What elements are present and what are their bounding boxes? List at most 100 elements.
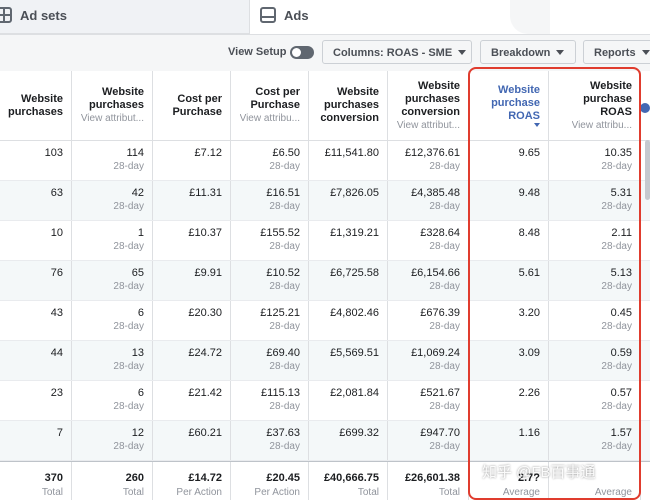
cell-value: £7,826.05	[330, 187, 379, 199]
cell-value: £24.72	[188, 347, 222, 359]
cell-attribution-window: 28-day	[601, 401, 632, 412]
cell-attribution-window: 28-day	[269, 441, 300, 452]
cell-attribution-window: 28-day	[429, 361, 460, 372]
cell-attribution-window: 28-day	[429, 281, 460, 292]
table-cell: £11.31	[153, 181, 231, 220]
tab-ad-sets[interactable]: Ad sets	[0, 0, 250, 34]
vertical-scrollbar[interactable]	[645, 140, 650, 200]
total-label: Total	[41, 487, 63, 498]
table-cell: 42 28-day	[72, 181, 153, 220]
column-header[interactable]: Website purchases	[0, 71, 72, 140]
table-cell: £6,725.58	[309, 261, 388, 300]
table-cell: £7.12	[153, 141, 231, 180]
cell-value: £6,154.66	[411, 267, 460, 279]
cell-attribution-window: 28-day	[269, 321, 300, 332]
table-cell: 23	[0, 381, 72, 420]
table-cell: £947.70 28-day	[388, 421, 469, 460]
total-value: 370	[44, 472, 63, 484]
table-row: 63 42 28-day £11.31 £16.51 28-day £7,826.05 £4,…	[0, 181, 650, 221]
cell-attribution-window: 28-day	[113, 201, 144, 212]
tab-ads[interactable]: Ads	[250, 0, 540, 34]
table-cell: £125.21 28-day	[231, 301, 309, 340]
columns-button[interactable]: Columns: ROAS - SME	[322, 40, 472, 64]
table-row: 7 12 28-day £60.21 £37.63 28-day £699.32 £947.7…	[0, 421, 650, 461]
table-cell: £7,826.05	[309, 181, 388, 220]
table-header-row: Website purchases Website purchases View a…	[0, 71, 650, 141]
table-cell: 5.13 28-day	[549, 261, 641, 300]
total-cell: £20.45 Per Action	[231, 462, 309, 500]
column-header-attribution-link[interactable]: View attribu...	[572, 120, 632, 132]
cell-value: £16.51	[266, 187, 300, 199]
cell-value: £10.37	[188, 227, 222, 239]
cell-value: 9.65	[518, 147, 540, 159]
table-cell: 10.35 28-day	[549, 141, 641, 180]
table-cell: 0.45 28-day	[549, 301, 641, 340]
table-row: 76 65 28-day £9.91 £10.52 28-day £6,725.58 £6,1…	[0, 261, 650, 301]
cell-value: 103	[44, 147, 63, 159]
add-column-icon[interactable]	[640, 103, 650, 113]
cell-value: 42	[131, 187, 144, 199]
cell-value: 3.20	[518, 307, 540, 319]
chevron-down-icon	[458, 50, 467, 55]
total-value: £40,666.75	[323, 472, 379, 484]
table-cell: 10	[0, 221, 72, 260]
column-header-title: Cost per Purchase	[172, 92, 222, 118]
column-header[interactable]: Cost per Purchase	[153, 71, 231, 140]
cell-value: 1	[137, 227, 144, 239]
table-cell: £521.67 28-day	[388, 381, 469, 420]
table-cell: 9.65	[469, 141, 549, 180]
table-cell: 2.11 28-day	[549, 221, 641, 260]
table-cell: £5,569.51	[309, 341, 388, 380]
column-header[interactable]: Website purchases View attribut...	[72, 71, 153, 140]
reports-button[interactable]: Reports	[583, 40, 650, 64]
table-cell: 44	[0, 341, 72, 380]
table-cell: £4,385.48 28-day	[388, 181, 469, 220]
column-header[interactable]: Website purchases conversion View attribu…	[388, 71, 469, 140]
cell-value: 9.48	[518, 187, 540, 199]
table-cell: 1.16	[469, 421, 549, 460]
cell-value: 63	[50, 187, 63, 199]
cell-attribution-window: 28-day	[269, 281, 300, 292]
column-header[interactable]: Cost per Purchase View attribu...	[231, 71, 309, 140]
column-header[interactable]: Website purchase ROAS	[469, 71, 549, 140]
ad-sets-grid-icon	[0, 7, 12, 23]
table-cell: £6.50 28-day	[231, 141, 309, 180]
cell-value: £4,385.48	[411, 187, 460, 199]
cell-value: 65	[131, 267, 144, 279]
cell-value: 3.09	[518, 347, 540, 359]
total-label: Per Action	[176, 487, 222, 498]
breakdown-button[interactable]: Breakdown	[480, 40, 576, 64]
cell-value: 8.48	[518, 227, 540, 239]
tab-ad-sets-label: Ad sets	[20, 8, 67, 23]
column-header-title: Website purchases conversion	[320, 86, 379, 124]
table-cell: 0.59 28-day	[549, 341, 641, 380]
cell-value: £947.70	[420, 427, 460, 439]
cell-value: 5.61	[518, 267, 540, 279]
toolbar: View Setup Columns: ROAS - SME Breakdown…	[0, 35, 650, 71]
view-setup-toggle[interactable]	[290, 46, 314, 59]
total-cell: 260 Total	[72, 462, 153, 500]
cell-value: 2.11	[611, 227, 632, 239]
total-value: £14.72	[188, 472, 222, 484]
cell-attribution-window: 28-day	[601, 361, 632, 372]
column-header-title: Website purchases	[88, 86, 144, 111]
cell-attribution-window: 28-day	[113, 441, 144, 452]
column-header[interactable]: Website purchase ROAS View attribu...	[549, 71, 641, 140]
column-header-attribution-link[interactable]: View attribu...	[240, 113, 300, 125]
column-header-attribution-link[interactable]: View attribut...	[397, 120, 460, 132]
table-cell: £10.37	[153, 221, 231, 260]
column-header-attribution-link[interactable]: View attribut...	[81, 113, 144, 125]
total-label: Total	[438, 487, 460, 498]
cell-value: £2,081.84	[330, 387, 379, 399]
table-cell: £328.64 28-day	[388, 221, 469, 260]
table-cell: £9.91	[153, 261, 231, 300]
table-cell: £12,376.61 28-day	[388, 141, 469, 180]
tab-bar: Ad sets Ads	[0, 0, 650, 34]
cell-value: 6	[137, 387, 144, 399]
total-label: Average	[594, 487, 632, 498]
column-header[interactable]: Website purchases conversion	[309, 71, 388, 140]
cell-value: 0.57	[610, 387, 632, 399]
cell-attribution-window: 28-day	[113, 401, 144, 412]
chevron-down-icon	[556, 50, 565, 55]
cell-value: £9.91	[194, 267, 222, 279]
